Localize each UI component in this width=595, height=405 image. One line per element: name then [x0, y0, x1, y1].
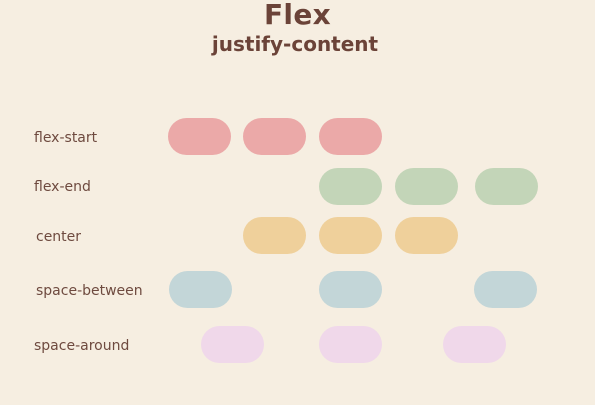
space-around-item-2: [319, 326, 382, 363]
center-item-1: [243, 217, 306, 254]
flex-end-item-3: [475, 168, 538, 205]
space-between-item-2: [319, 271, 382, 308]
flex-end-item-1: [319, 168, 382, 205]
flex-end-item-2: [395, 168, 458, 205]
flex-start-item-3: [319, 118, 382, 155]
diagram-title: Flex: [264, 0, 331, 31]
row-label-center: center: [36, 229, 82, 245]
center-item-3: [395, 217, 458, 254]
row-label-space-between: space-between: [36, 283, 143, 299]
space-between-item-3: [474, 271, 537, 308]
center-item-2: [319, 217, 382, 254]
row-label-flex-start: flex-start: [34, 130, 98, 146]
space-around-item-3: [443, 326, 506, 363]
row-label-space-around: space-around: [34, 338, 130, 354]
row-label-flex-end: flex-end: [34, 179, 91, 195]
space-around-item-1: [201, 326, 264, 363]
space-between-item-1: [169, 271, 232, 308]
flex-start-item-2: [243, 118, 306, 155]
flex-start-item-1: [168, 118, 231, 155]
diagram-subtitle: justify-content: [211, 32, 379, 56]
